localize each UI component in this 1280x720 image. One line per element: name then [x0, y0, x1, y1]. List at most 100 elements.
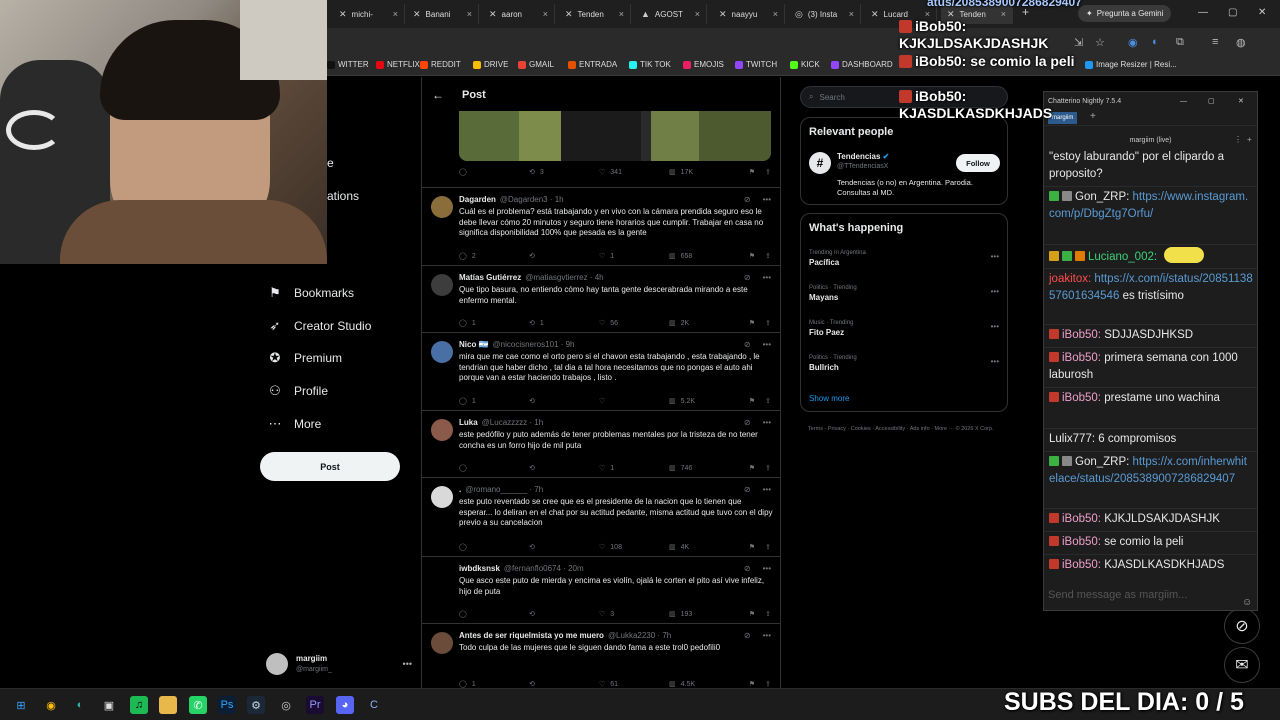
whatsapp-icon[interactable]: ✆: [189, 696, 207, 714]
views-action[interactable]: ▥ 4K: [669, 543, 729, 552]
likes-action[interactable]: ♡ 3: [599, 610, 669, 619]
reply-tweet[interactable]: Nico 🇦🇷 @nicocisneros101 · 9h ⊘ ••• mira que…: [422, 332, 780, 410]
bookmark-icon[interactable]: ⚑: [749, 680, 755, 688]
bookmark-item[interactable]: DRIVE: [473, 60, 508, 69]
more-icon[interactable]: •••: [991, 287, 999, 296]
sidebar-item-bookmarks[interactable]: ⚑ Bookmarks: [268, 285, 354, 301]
reply-tweet[interactable]: . @romano______ · 7h ⊘ ••• este puto reventa…: [422, 477, 780, 556]
likes-action[interactable]: ♡ 1: [599, 252, 669, 261]
grok-icon[interactable]: ⊘: [744, 418, 751, 427]
bookmark-item[interactable]: EMOJIS: [683, 60, 724, 69]
likes-action[interactable]: ♡: [599, 397, 669, 405]
share-icon[interactable]: ⇪: [765, 168, 771, 176]
browser-tab[interactable]: ✕ aaron ×: [483, 4, 555, 24]
nav-item-partial[interactable]: e: [327, 156, 334, 170]
sidebar-item-premium[interactable]: ✪ Premium: [268, 350, 342, 366]
bookmark-icon[interactable]: ⚑: [749, 252, 755, 260]
browser-tab[interactable]: ✕ Tenden ×: [559, 4, 631, 24]
chat-username[interactable]: iBob50:: [1062, 392, 1101, 404]
reply-tweet[interactable]: Dagarden @Dagarden3 · 1h ⊘ ••• Cuál es el pr…: [422, 187, 780, 265]
chat-username[interactable]: iBob50:: [1062, 513, 1101, 525]
maximize-icon[interactable]: ▢: [1228, 7, 1237, 18]
grok-icon[interactable]: ⊘: [744, 485, 751, 494]
close-tab-icon[interactable]: ×: [543, 9, 548, 19]
more-icon[interactable]: •••: [991, 322, 999, 331]
views-action[interactable]: ▥ 658: [669, 252, 729, 261]
chat-username[interactable]: joakitox:: [1049, 273, 1091, 285]
reposts-action[interactable]: ⟲: [529, 252, 599, 260]
likes-action[interactable]: ♡ 108: [599, 543, 669, 552]
bookmark-item[interactable]: ENTRADA: [568, 60, 617, 69]
author-name[interactable]: Dagarden: [459, 195, 496, 204]
avatar[interactable]: [431, 486, 453, 508]
discord-icon[interactable]: ◕: [336, 696, 354, 714]
more-icon[interactable]: •••: [763, 485, 771, 494]
sidebar-item-profile[interactable]: ⚇ Profile: [268, 383, 328, 399]
reply-tweet[interactable]: Matías Gutiérrez @matiasgvtierrez · 4h ⊘ ••…: [422, 265, 780, 332]
trend-item[interactable]: Politics · Trending Bullrich •••: [809, 355, 999, 372]
profile-avatar-icon[interactable]: ◍: [1236, 36, 1246, 49]
share-icon[interactable]: ⇪: [765, 397, 771, 405]
post-button[interactable]: Post: [260, 452, 400, 481]
reposts-action[interactable]: ⟲: [529, 397, 599, 405]
follow-button[interactable]: Follow: [956, 154, 1000, 172]
spotify-icon[interactable]: ♫: [130, 696, 148, 714]
bookmark-item[interactable]: TIK TOK: [629, 60, 671, 69]
close-window-icon[interactable]: ✕: [1258, 7, 1266, 18]
reply-tweet[interactable]: Antes de ser riquelmista yo me muero @Luk…: [422, 623, 780, 688]
bookmark-icon[interactable]: ⚑: [749, 168, 755, 176]
likes-action[interactable]: ♡ 341: [599, 168, 669, 177]
grok-icon[interactable]: ⊘: [744, 195, 751, 204]
kebab-menu-icon[interactable]: ⋮: [1234, 135, 1242, 144]
bookmark-item[interactable]: TWITCH: [735, 60, 777, 69]
messages-icon[interactable]: ✉: [1224, 647, 1260, 683]
close-tab-icon[interactable]: ×: [695, 9, 700, 19]
replies-action[interactable]: ◯ 2: [459, 252, 529, 261]
avatar[interactable]: [431, 419, 453, 441]
premiere-icon[interactable]: Pr: [306, 696, 324, 714]
grok-icon[interactable]: ⊘: [744, 631, 751, 640]
emote-picker-icon[interactable]: ☺: [1242, 597, 1252, 608]
bookmark-item[interactable]: DASHBOARD: [831, 60, 893, 69]
chatterino-icon[interactable]: C: [365, 696, 383, 714]
chat-username[interactable]: iBob50:: [1062, 559, 1101, 571]
extension-icon[interactable]: ◐: [1152, 36, 1159, 48]
avatar[interactable]: [431, 341, 453, 363]
bookmark-icon[interactable]: ⚑: [749, 319, 755, 327]
trend-item[interactable]: Music · Trending Fito Paez •••: [809, 320, 999, 337]
extension-icon[interactable]: ◉: [1128, 36, 1138, 49]
bookmark-icon[interactable]: ⚑: [749, 397, 755, 405]
maximize-icon[interactable]: ▢: [1208, 97, 1215, 105]
grok-icon[interactable]: ⊘: [744, 340, 751, 349]
more-icon[interactable]: •••: [763, 273, 771, 282]
account-switcher[interactable]: margiim @margiim_ •••: [266, 650, 412, 678]
replies-action[interactable]: ◯: [459, 543, 529, 551]
photoshop-icon[interactable]: Ps: [218, 696, 236, 714]
folder-icon[interactable]: ▬: [159, 696, 177, 714]
likes-action[interactable]: ♡ 56: [599, 319, 669, 328]
replies-action[interactable]: ◯: [459, 168, 529, 176]
more-icon[interactable]: •••: [403, 659, 412, 669]
minimize-icon[interactable]: —: [1198, 7, 1208, 18]
chat-username[interactable]: Gon_ZRP:: [1075, 191, 1129, 203]
add-split-icon[interactable]: +: [1247, 135, 1252, 144]
browser-tab[interactable]: ✕ michi- ×: [333, 4, 405, 24]
more-icon[interactable]: •••: [991, 252, 999, 261]
replies-action[interactable]: ◯: [459, 610, 529, 618]
reply-tweet[interactable]: Luka @Lucazzzzz · 1h ⊘ ••• este pedófilo y p…: [422, 410, 780, 477]
trend-item[interactable]: Politics · Trending Mayans •••: [809, 285, 999, 302]
avatar[interactable]: [431, 196, 453, 218]
chat-username[interactable]: iBob50:: [1062, 352, 1101, 364]
more-icon[interactable]: •••: [763, 564, 771, 573]
reposts-action[interactable]: ⟲ 1: [529, 319, 599, 328]
close-tab-icon[interactable]: ×: [773, 9, 778, 19]
avatar[interactable]: [431, 274, 453, 296]
sidebar-item-more[interactable]: ⋯ More: [268, 416, 322, 432]
avatar[interactable]: [431, 632, 453, 654]
share-icon[interactable]: ⇪: [765, 464, 771, 472]
bookmark-icon[interactable]: ⚑: [749, 610, 755, 618]
bookmark-icon[interactable]: ⚑: [749, 543, 755, 551]
browser-tab[interactable]: ◎ (3) Insta ×: [789, 4, 861, 24]
views-action[interactable]: ▥ 746: [669, 464, 729, 473]
share-icon[interactable]: ⇪: [765, 319, 771, 327]
